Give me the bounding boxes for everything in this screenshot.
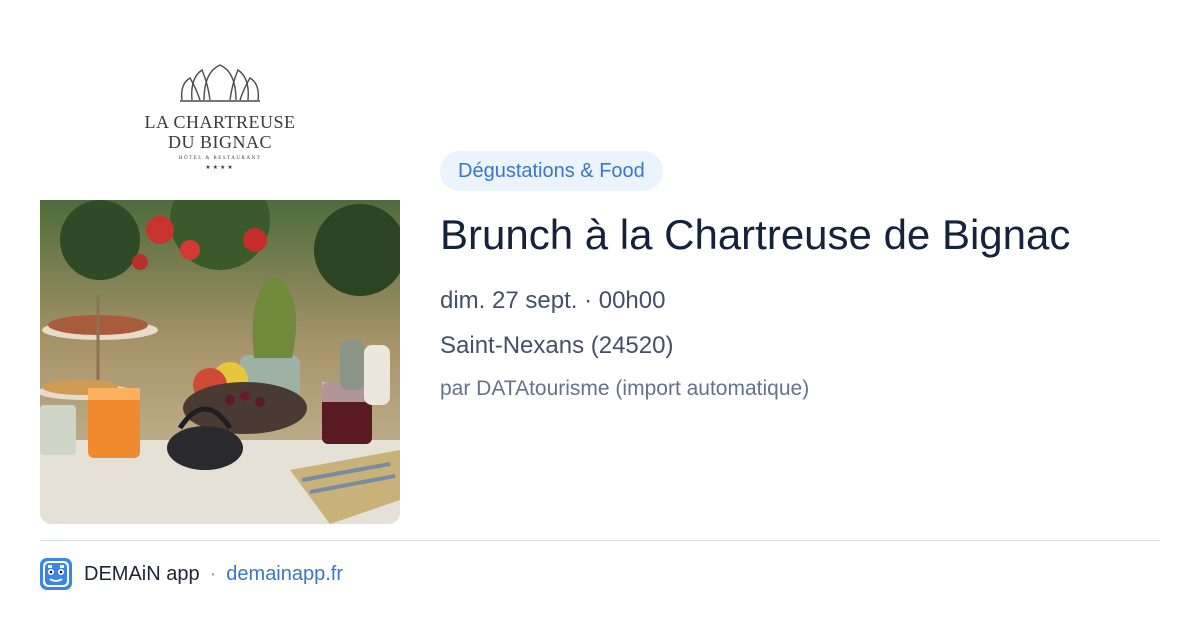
demain-app-icon[interactable] <box>40 558 72 590</box>
logo-stars: ★★★★ <box>205 165 235 171</box>
logo-line-2: DU BIGNAC <box>167 132 272 152</box>
app-name: DEMAiN app <box>84 562 200 585</box>
footer: DEMAiN app · demainapp.fr <box>40 558 343 590</box>
brunch-photo <box>40 200 400 524</box>
event-date: dim. 27 sept. · 00h00 <box>440 287 666 314</box>
shell-logo-icon <box>180 64 260 102</box>
footer-separator: · <box>209 562 217 585</box>
event-title[interactable]: Brunch à la Chartreuse de Bignac <box>440 208 1160 262</box>
hotel-logo: LA CHARTREUSE DU BIGNAC HÔTEL & RESTAURA… <box>40 40 400 200</box>
logo-line-1: LA CHARTREUSE <box>144 112 296 132</box>
event-image[interactable]: LA CHARTREUSE DU BIGNAC HÔTEL & RESTAURA… <box>40 40 400 524</box>
category-badge[interactable]: Dégustations & Food <box>440 151 663 191</box>
footer-divider <box>40 540 1160 541</box>
logo-tagline: HÔTEL & RESTAURANT <box>178 156 262 161</box>
app-link[interactable]: demainapp.fr <box>226 563 343 586</box>
event-source: par DATAtourisme (import automatique) <box>440 377 810 400</box>
event-location: Saint-Nexans (24520) <box>440 332 674 359</box>
